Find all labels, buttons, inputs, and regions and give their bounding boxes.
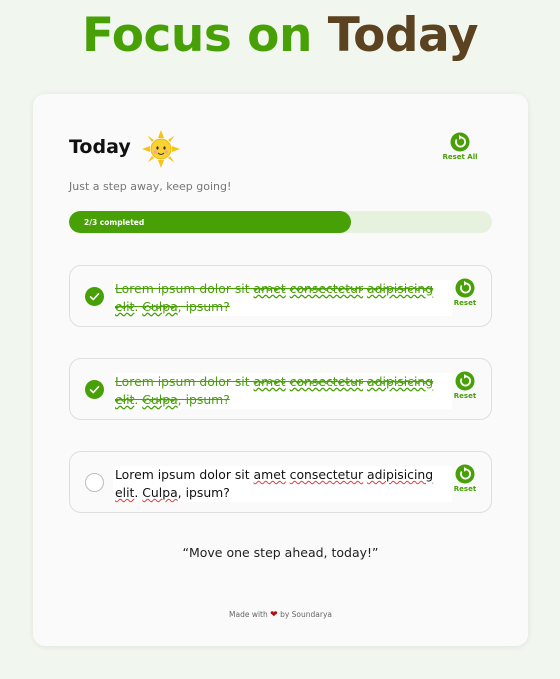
task-reset-label: Reset (453, 485, 477, 493)
checkmark-icon (89, 293, 100, 301)
subtitle: Just a step away, keep going! (69, 180, 232, 193)
task-item: Lorem ipsum dolor sit amet consectetur a… (69, 358, 492, 420)
footer-prefix: Made with (229, 610, 268, 619)
footer-suffix: by Soundarya (280, 610, 332, 619)
app-title-part1: Focus on (82, 8, 312, 63)
reset-icon (455, 278, 475, 298)
sun-icon (142, 130, 180, 168)
today-heading: Today (69, 136, 131, 158)
reset-icon (450, 132, 470, 152)
reset-icon (455, 464, 475, 484)
task-checkbox[interactable] (85, 380, 104, 399)
task-reset-button[interactable]: Reset (453, 371, 477, 400)
reset-all-label: Reset All (442, 153, 478, 161)
heart-icon: ❤ (270, 610, 278, 620)
task-reset-button[interactable]: Reset (453, 278, 477, 307)
progress-fill: 2/3 completed (69, 211, 351, 233)
todo-card: Today Reset All Just a step away, keep g… (33, 94, 528, 646)
progress-bar: 2/3 completed (69, 211, 492, 233)
task-reset-label: Reset (453, 299, 477, 307)
task-checkbox[interactable] (85, 287, 104, 306)
footer: Made with ❤ by Soundarya (33, 610, 528, 620)
task-text[interactable]: Lorem ipsum dolor sit amet consectetur a… (113, 280, 452, 316)
task-item: Lorem ipsum dolor sit amet consectetur a… (69, 265, 492, 327)
task-checkbox[interactable] (85, 473, 104, 492)
motivational-quote: “Move one step ahead, today!” (182, 545, 379, 560)
progress-label: 2/3 completed (84, 217, 145, 227)
task-reset-label: Reset (453, 392, 477, 400)
task-text[interactable]: Lorem ipsum dolor sit amet consectetur a… (113, 373, 452, 409)
task-reset-button[interactable]: Reset (453, 464, 477, 493)
checkmark-icon (89, 386, 100, 394)
reset-all-button[interactable]: Reset All (441, 132, 479, 161)
reset-icon (455, 371, 475, 391)
task-item: Lorem ipsum dolor sit amet consectetur a… (69, 451, 492, 513)
app-title: Focus on Today (0, 8, 560, 63)
app-title-part2: Today (327, 8, 479, 63)
task-text[interactable]: Lorem ipsum dolor sit amet consectetur a… (113, 466, 452, 502)
